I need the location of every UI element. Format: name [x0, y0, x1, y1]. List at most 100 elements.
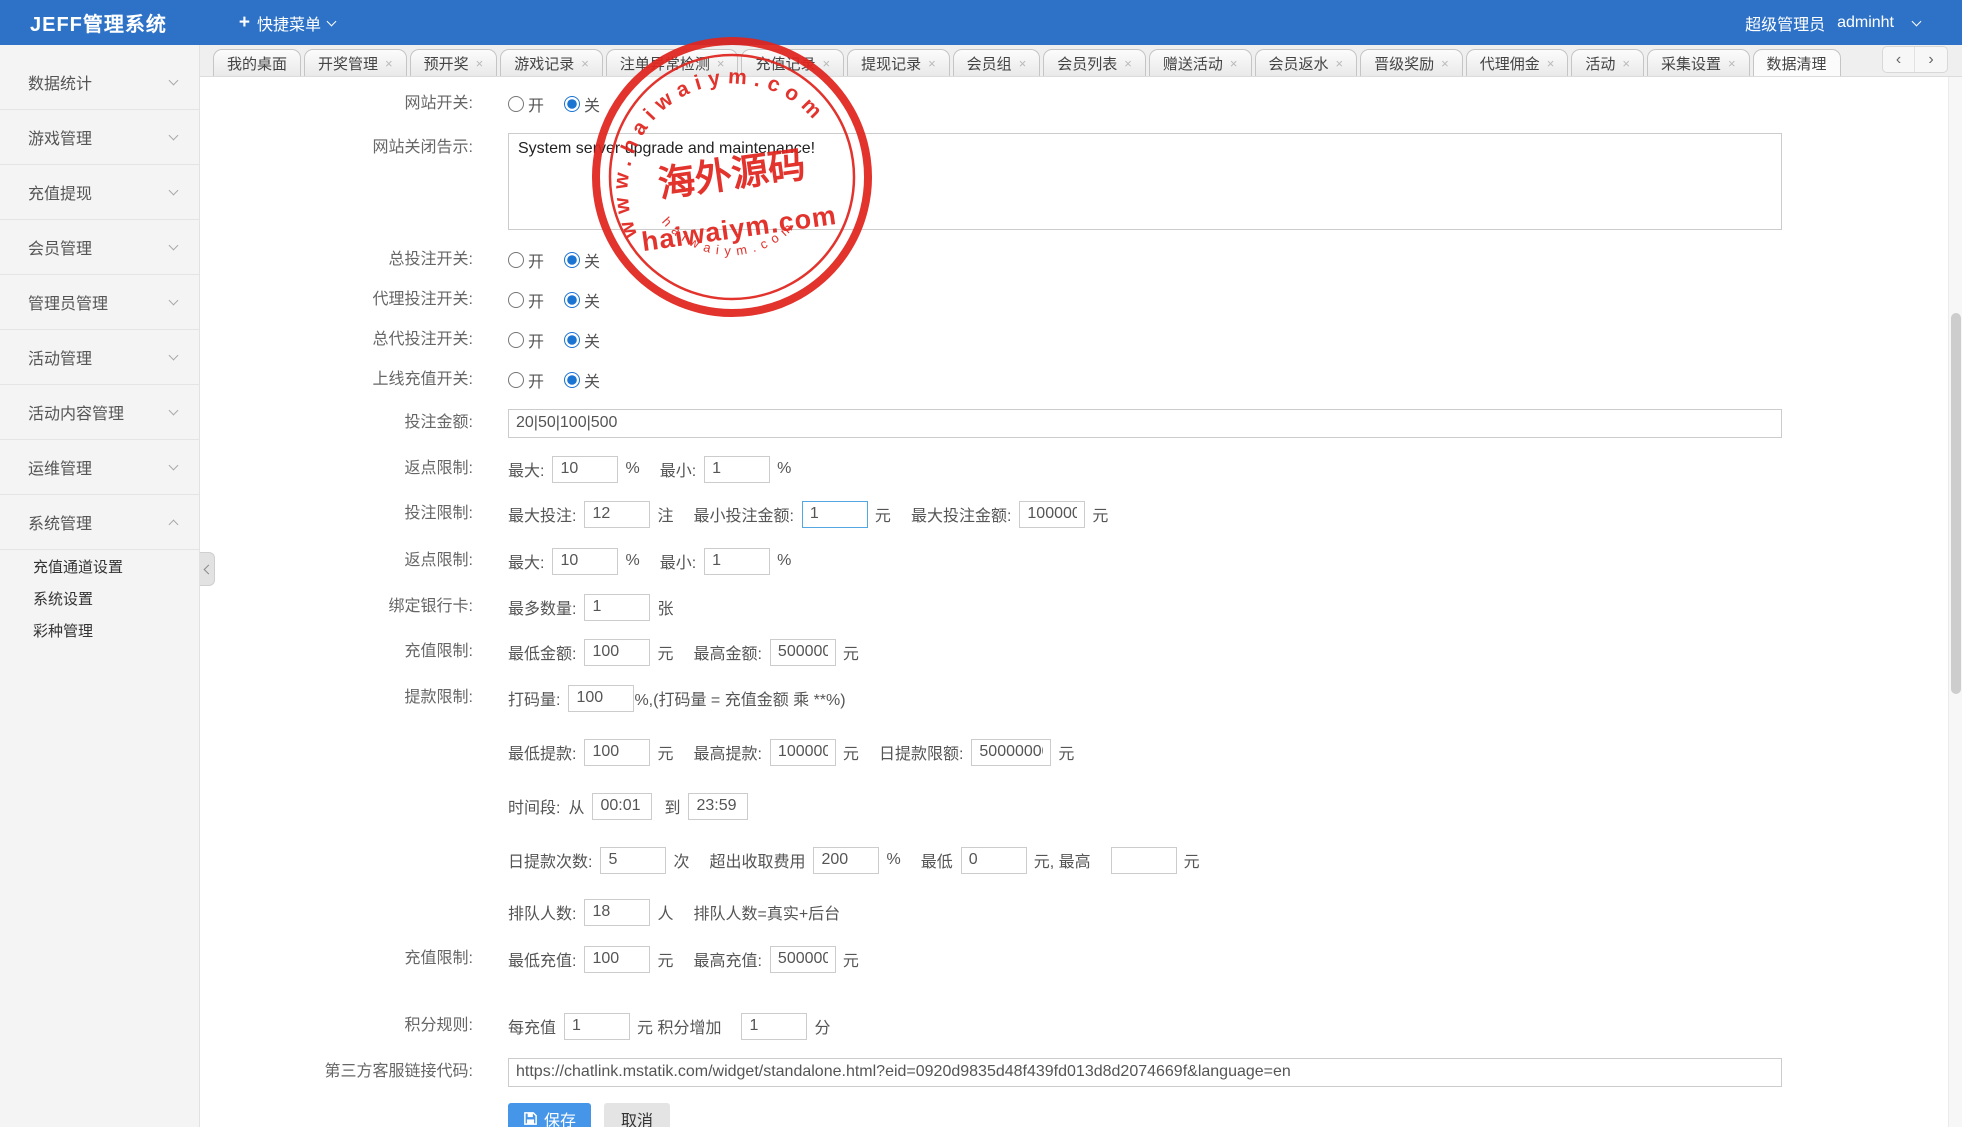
tab-my-desktop[interactable]: 我的桌面 — [213, 49, 301, 76]
min-bet-amount-input[interactable] — [802, 501, 868, 528]
unit-label: 元 — [1092, 502, 1108, 526]
sidebar-item-system-mgmt[interactable]: 系统管理 — [0, 495, 199, 550]
close-icon[interactable]: × — [717, 57, 725, 70]
bet-amount-input[interactable] — [508, 409, 1782, 438]
gagent-bet-on-radio[interactable] — [508, 332, 524, 348]
unit-label: % — [886, 851, 900, 869]
tab-scroll-left-button[interactable]: ‹ — [1883, 47, 1915, 72]
queue-count-input[interactable] — [584, 899, 650, 926]
tab-agent-commission[interactable]: 代理佣金× — [1466, 49, 1569, 76]
sidebar-item-game-mgmt[interactable]: 游戏管理 — [0, 110, 199, 165]
form-row-points-rule: 积分规则: 每充值 元 积分增加 分 — [200, 1011, 1922, 1041]
sidebar-item-activity-mgmt[interactable]: 活动管理 — [0, 330, 199, 385]
close-icon[interactable]: × — [1230, 57, 1238, 70]
tab-gift-activity[interactable]: 赠送活动 × — [1149, 49, 1252, 76]
close-icon[interactable]: × — [1728, 57, 1736, 70]
max-recharge-amount-input[interactable] — [770, 639, 836, 666]
vertical-scrollbar[interactable] — [1948, 77, 1962, 1127]
upline-recharge-off-radio[interactable] — [564, 372, 580, 388]
close-icon[interactable]: × — [1622, 57, 1630, 70]
max-bet-amount-input[interactable] — [1019, 501, 1085, 528]
tab-data-cleanup[interactable]: 数据清理 — [1753, 49, 1841, 76]
close-icon[interactable]: × — [1336, 57, 1344, 70]
site-switch-on-radio[interactable] — [508, 96, 524, 112]
rebate-min-input[interactable] — [704, 456, 770, 483]
tab-member-group[interactable]: 会员组× — [953, 49, 1041, 76]
rebate-max-input[interactable] — [552, 456, 618, 483]
save-button[interactable]: 保存 — [508, 1103, 591, 1127]
scrollbar-thumb[interactable] — [1951, 313, 1961, 694]
sidebar-collapse-handle[interactable] — [200, 552, 215, 586]
min-recharge-amount-input[interactable] — [584, 639, 650, 666]
min-fee-input[interactable] — [961, 847, 1027, 874]
user-menu[interactable]: 超级管理员 adminht — [1745, 11, 1920, 35]
site-switch-off-radio[interactable] — [564, 96, 580, 112]
tab-promotion-reward[interactable]: 晋级奖励× — [1360, 49, 1463, 76]
tab-pre-draw[interactable]: 预开奖× — [410, 49, 498, 76]
tab-member-list[interactable]: 会员列表× — [1043, 49, 1146, 76]
turnover-input[interactable] — [568, 685, 634, 712]
close-icon[interactable]: × — [1441, 57, 1449, 70]
tab-activity[interactable]: 活动× — [1571, 49, 1644, 76]
tab-member-rebate[interactable]: 会员返水× — [1255, 49, 1358, 76]
bank-card-max-input[interactable] — [584, 594, 650, 621]
close-icon[interactable]: × — [822, 57, 830, 70]
per-recharge-input[interactable] — [564, 1013, 630, 1040]
radio-label: 开 — [528, 248, 544, 272]
daily-withdraw-limit-input[interactable] — [971, 739, 1051, 766]
tab-label: 赠送活动 — [1163, 53, 1223, 74]
max-fee-input[interactable] — [1111, 847, 1177, 874]
quick-menu-button[interactable]: + 快捷菜单 — [239, 11, 335, 35]
close-icon[interactable]: × — [476, 57, 484, 70]
upline-recharge-on-radio[interactable] — [508, 372, 524, 388]
rebate2-min-input[interactable] — [704, 548, 770, 575]
sidebar-subitem-label: 彩种管理 — [33, 620, 93, 641]
total-bet-on-radio[interactable] — [508, 252, 524, 268]
time-to-input[interactable] — [688, 793, 748, 820]
gagent-bet-off-radio[interactable] — [564, 332, 580, 348]
agent-bet-off-radio[interactable] — [564, 292, 580, 308]
max-recharge-input[interactable] — [770, 946, 836, 973]
tab-bet-anomaly[interactable]: 注单异常检测× — [606, 49, 739, 76]
rebate2-max-input[interactable] — [552, 548, 618, 575]
sidebar-item-admin-mgmt[interactable]: 管理员管理 — [0, 275, 199, 330]
total-bet-off-radio[interactable] — [564, 252, 580, 268]
radio-label: 开 — [528, 92, 544, 116]
time-from-input[interactable] — [592, 793, 652, 820]
close-icon[interactable]: × — [385, 57, 393, 70]
tab-withdraw-records[interactable]: 提现记录× — [847, 49, 950, 76]
daily-withdraw-times-input[interactable] — [600, 847, 666, 874]
tab-draw-mgmt[interactable]: 开奖管理× — [304, 49, 407, 76]
tab-scroll-right-button[interactable]: › — [1915, 47, 1947, 72]
min-recharge-input[interactable] — [584, 946, 650, 973]
close-icon[interactable]: × — [581, 57, 589, 70]
tab-collect-settings[interactable]: 采集设置× — [1647, 49, 1750, 76]
sidebar-item-activity-content-mgmt[interactable]: 活动内容管理 — [0, 385, 199, 440]
sidebar-item-lottery-mgmt[interactable]: 彩种管理 — [0, 614, 199, 646]
app-title: JEFF管理系统 — [30, 8, 167, 37]
close-icon[interactable]: × — [1547, 57, 1555, 70]
points-add-input[interactable] — [741, 1013, 807, 1040]
service-link-input[interactable] — [508, 1058, 1782, 1087]
max-bet-input[interactable] — [584, 501, 650, 528]
excess-fee-input[interactable] — [813, 847, 879, 874]
sidebar-item-member-mgmt[interactable]: 会员管理 — [0, 220, 199, 275]
sidebar-item-ops-mgmt[interactable]: 运维管理 — [0, 440, 199, 495]
sidebar-item-system-settings[interactable]: 系统设置 — [0, 582, 199, 614]
min-withdraw-input[interactable] — [584, 739, 650, 766]
sidebar-item-recharge-channel-settings[interactable]: 充值通道设置 — [0, 550, 199, 582]
sidebar-item-data-stats[interactable]: 数据统计 — [0, 55, 199, 110]
unit-label: 元 — [1058, 740, 1074, 764]
unit-label: 次 — [673, 848, 689, 872]
close-icon[interactable]: × — [1124, 57, 1132, 70]
site-notice-textarea[interactable]: System server upgrade and maintenance! — [508, 133, 1782, 230]
tab-game-records[interactable]: 游戏记录× — [500, 49, 603, 76]
max-withdraw-input[interactable] — [770, 739, 836, 766]
agent-bet-on-radio[interactable] — [508, 292, 524, 308]
close-icon[interactable]: × — [928, 57, 936, 70]
tab-recharge-records[interactable]: 充值记录× — [741, 49, 844, 76]
close-icon[interactable]: × — [1019, 57, 1027, 70]
username: adminht — [1837, 14, 1894, 32]
cancel-button[interactable]: 取消 — [604, 1103, 670, 1127]
sidebar-item-recharge-withdraw[interactable]: 充值提现 — [0, 165, 199, 220]
